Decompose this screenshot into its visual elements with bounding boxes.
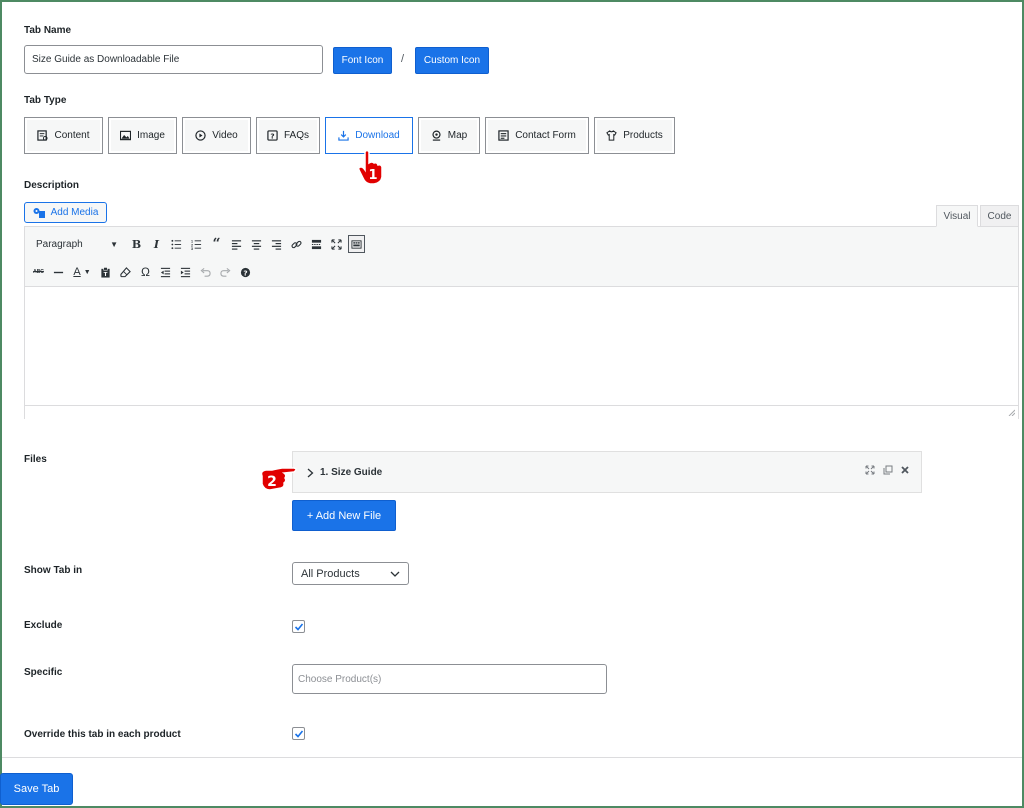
tab-type-image[interactable]: Image bbox=[108, 117, 177, 154]
chevron-down-icon bbox=[390, 571, 400, 577]
clear-formatting-icon[interactable] bbox=[117, 263, 134, 281]
marker-2-number: 2 bbox=[267, 474, 277, 490]
map-pin-icon bbox=[432, 130, 441, 141]
tab-type-contact-form[interactable]: Contact Form bbox=[485, 117, 589, 154]
tab-type-faqs[interactable]: ? FAQs bbox=[256, 117, 320, 154]
description-editor[interactable]: Paragraph ▼ B I 123 “ ABC A ▼ T Ω ? bbox=[24, 226, 1019, 419]
specific-products-input[interactable]: Choose Product(s) bbox=[292, 664, 607, 694]
marker-1-number: 1 bbox=[368, 168, 377, 183]
svg-text:3: 3 bbox=[191, 247, 193, 250]
content-icon bbox=[37, 130, 49, 141]
tab-type-label-text: Map bbox=[447, 130, 468, 141]
checkmark-icon bbox=[294, 730, 304, 738]
align-left-icon[interactable] bbox=[228, 235, 245, 253]
tab-type-label-text: FAQs bbox=[283, 130, 309, 141]
editor-statusbar bbox=[25, 405, 1018, 419]
tab-type-label-text: Contact Form bbox=[515, 130, 576, 141]
duplicate-icon[interactable] bbox=[883, 465, 893, 475]
add-media-label: Add Media bbox=[50, 207, 99, 218]
format-select[interactable]: Paragraph ▼ bbox=[30, 235, 122, 253]
show-tab-in-select[interactable]: All Products bbox=[292, 562, 409, 585]
svg-text:?: ? bbox=[243, 268, 247, 277]
faq-icon: ? bbox=[267, 130, 278, 141]
italic-icon[interactable]: I bbox=[148, 235, 165, 253]
toolbar-row-2: ABC A ▼ T Ω ? bbox=[30, 263, 257, 281]
toolbar-toggle-icon[interactable] bbox=[348, 235, 365, 253]
specific-label: Specific bbox=[24, 667, 63, 678]
fullscreen-icon[interactable] bbox=[328, 235, 345, 253]
override-label: Override this tab in each product bbox=[24, 729, 181, 740]
add-media-button[interactable]: Add Media bbox=[24, 202, 107, 223]
strikethrough-icon[interactable]: ABC bbox=[30, 263, 47, 281]
align-center-icon[interactable] bbox=[248, 235, 265, 253]
toolbar-row-1: Paragraph ▼ B I 123 “ bbox=[30, 235, 368, 253]
image-icon bbox=[120, 130, 132, 141]
help-icon[interactable]: ? bbox=[237, 263, 254, 281]
editor-toolbar: Paragraph ▼ B I 123 “ ABC A ▼ T Ω ? bbox=[25, 227, 1018, 287]
undo-icon[interactable] bbox=[197, 263, 214, 281]
special-character-icon[interactable]: Ω bbox=[137, 263, 154, 281]
add-new-file-button[interactable]: + Add New File bbox=[292, 500, 396, 531]
redo-icon[interactable] bbox=[217, 263, 234, 281]
horizontal-line-icon[interactable] bbox=[50, 263, 67, 281]
tab-type-label-text: Video bbox=[212, 130, 238, 141]
expand-icon[interactable] bbox=[865, 465, 875, 475]
tab-visual[interactable]: Visual bbox=[936, 205, 978, 227]
tab-type-label: Tab Type bbox=[24, 95, 67, 106]
chevron-right-icon[interactable] bbox=[307, 468, 314, 478]
read-more-icon[interactable] bbox=[308, 235, 325, 253]
step-marker-1: 1 bbox=[355, 148, 391, 186]
tab-type-label-text: Image bbox=[137, 130, 165, 141]
indent-icon[interactable] bbox=[177, 263, 194, 281]
override-checkbox[interactable] bbox=[292, 727, 305, 740]
play-icon bbox=[195, 130, 206, 141]
tab-type-label-text: Products bbox=[623, 130, 663, 141]
tab-type-map[interactable]: Map bbox=[418, 117, 480, 154]
description-label: Description bbox=[24, 180, 80, 191]
numbered-list-icon[interactable]: 123 bbox=[188, 235, 205, 253]
exclude-label: Exclude bbox=[24, 620, 63, 631]
tab-name-label: Tab Name bbox=[24, 25, 72, 36]
close-icon[interactable] bbox=[901, 466, 909, 474]
show-tab-in-label: Show Tab in bbox=[24, 565, 83, 576]
add-media-icon bbox=[33, 207, 45, 218]
file-item-title: 1. Size Guide bbox=[320, 467, 383, 478]
hand-pointer-icon: 1 bbox=[358, 149, 383, 185]
tab-type-label-text: Content bbox=[54, 130, 90, 141]
chevron-down-icon: ▼ bbox=[110, 239, 118, 249]
tab-name-input[interactable]: Size Guide as Downloadable File bbox=[24, 45, 323, 74]
bullet-list-icon[interactable] bbox=[168, 235, 185, 253]
hand-pointer-icon: 2 bbox=[260, 467, 297, 491]
download-icon bbox=[338, 130, 349, 141]
tab-type-label-text: Download bbox=[355, 130, 400, 141]
footer-divider bbox=[2, 757, 1022, 758]
bold-icon[interactable]: B bbox=[128, 235, 145, 253]
form-icon bbox=[498, 130, 509, 141]
font-icon-button[interactable]: Font Icon bbox=[333, 47, 392, 74]
step-marker-2: 2 bbox=[258, 462, 300, 496]
align-right-icon[interactable] bbox=[268, 235, 285, 253]
text-color-icon[interactable]: A ▼ bbox=[70, 263, 94, 281]
save-tab-button[interactable]: Save Tab bbox=[0, 773, 73, 805]
blockquote-icon[interactable]: “ bbox=[208, 235, 225, 253]
outdent-icon[interactable] bbox=[157, 263, 174, 281]
tab-code[interactable]: Code bbox=[980, 205, 1019, 227]
icon-separator: / bbox=[401, 53, 405, 65]
checkmark-icon bbox=[294, 623, 304, 631]
svg-text:?: ? bbox=[270, 131, 274, 140]
resize-handle-icon[interactable] bbox=[1008, 409, 1015, 416]
file-item[interactable]: 1. Size Guide bbox=[292, 451, 922, 493]
files-label: Files bbox=[24, 454, 47, 465]
tab-type-content[interactable]: Content bbox=[24, 117, 103, 154]
tab-type-video[interactable]: Video bbox=[182, 117, 251, 154]
shirt-icon bbox=[606, 130, 618, 141]
custom-icon-button[interactable]: Custom Icon bbox=[415, 47, 489, 74]
svg-text:T: T bbox=[104, 272, 108, 278]
show-tab-in-value: All Products bbox=[301, 567, 360, 580]
link-icon[interactable] bbox=[288, 235, 305, 253]
tab-type-products[interactable]: Products bbox=[594, 117, 675, 154]
exclude-checkbox[interactable] bbox=[292, 620, 305, 633]
format-select-value: Paragraph bbox=[36, 238, 83, 250]
paste-text-icon[interactable]: T bbox=[97, 263, 114, 281]
